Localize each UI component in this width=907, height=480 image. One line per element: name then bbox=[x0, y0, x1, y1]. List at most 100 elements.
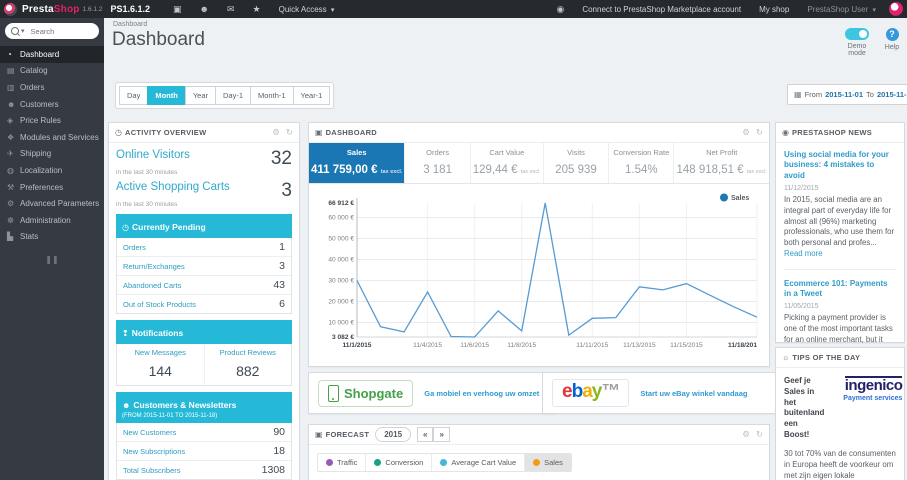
gear-icon[interactable]: ⚙ bbox=[742, 429, 750, 440]
demo-mode-label: Demo mode bbox=[847, 43, 867, 57]
forecast-header: ▣ FORECAST 2015 « » ⚙ ↻ bbox=[309, 425, 769, 445]
range-button-day[interactable]: Day bbox=[119, 86, 148, 105]
trophy-icon[interactable]: ★ bbox=[253, 4, 261, 15]
divider bbox=[784, 268, 896, 270]
table-row: New Subscriptions 18 bbox=[117, 441, 291, 460]
svg-text:10 000 €: 10 000 € bbox=[328, 320, 354, 327]
sidebar-item-dashboard[interactable]: ◔ Dashboard bbox=[0, 46, 104, 63]
date-range-picker[interactable]: ▦ From2015-11-01 To2015-11-18 ▾ bbox=[787, 84, 907, 105]
column-label-link[interactable]: New Messages bbox=[119, 348, 202, 357]
sidebar-item-modules-and-services[interactable]: ❖ Modules and Services bbox=[0, 129, 104, 146]
forecast-legend: Traffic Conversion Average Cart Value Sa… bbox=[317, 453, 572, 472]
topbar: PrestaShop 1.6.1.2 PS1.6.1.2 ▣ ☻ ✉ ★ Qui… bbox=[0, 0, 907, 18]
ebay-banner[interactable]: ebay™ Start uw eBay winkel vandaag bbox=[542, 372, 788, 414]
column-label-link[interactable]: Product Reviews bbox=[207, 348, 290, 357]
chevron-down-icon: ▾ bbox=[872, 6, 876, 14]
sidebar-item-localization[interactable]: ◍ Localization bbox=[0, 162, 104, 179]
sidebar-item-advanced-parameters[interactable]: ⚙ Advanced Parameters bbox=[0, 195, 104, 212]
sidebar-nav: ◔ Dashboard ▤ Catalog ▥ Orders ☻ Custome… bbox=[0, 46, 104, 245]
shopgate-banner[interactable]: Shopgate Ga mobiel en verhoog uw omzet bbox=[308, 372, 554, 414]
range-button-month-1[interactable]: Month-1 bbox=[250, 86, 293, 105]
forecast-legend-traffic[interactable]: Traffic bbox=[318, 454, 366, 471]
sidebar-item-stats[interactable]: ▙ Stats bbox=[0, 229, 104, 246]
mail-icon[interactable]: ✉ bbox=[227, 4, 235, 15]
cart-icon[interactable]: ▣ bbox=[173, 4, 182, 15]
quick-access-menu[interactable]: Quick Access ▾ bbox=[279, 5, 335, 14]
read-more-link[interactable]: Read more bbox=[784, 249, 823, 258]
svg-text:11/1/2015: 11/1/2015 bbox=[343, 342, 372, 349]
kpi-tab-sales[interactable]: Sales 411 759,00 € tax excl. bbox=[309, 143, 405, 183]
row-label-link[interactable]: Total Subscribers bbox=[123, 466, 181, 475]
search-icon bbox=[11, 27, 19, 35]
gear-icon[interactable]: ⚙ bbox=[742, 127, 750, 138]
sidebar-item-price-rules[interactable]: ◈ Price Rules bbox=[0, 112, 104, 129]
sidebar-item-preferences[interactable]: ⚒ Preferences bbox=[0, 179, 104, 196]
localization-icon: ◍ bbox=[7, 165, 14, 175]
prestashop-logo[interactable] bbox=[4, 2, 17, 16]
forecast-legend-conversion[interactable]: Conversion bbox=[365, 454, 432, 471]
tips-of-the-day-panel: ☼ TIPS OF THE DAY Geef je Sales in het b… bbox=[775, 347, 905, 480]
forecast-legend-sales[interactable]: Sales bbox=[524, 454, 571, 471]
forecast-year-selector[interactable]: 2015 bbox=[375, 427, 412, 442]
modules-and-services-icon: ❖ bbox=[7, 132, 15, 142]
row-label-link[interactable]: Out of Stock Products bbox=[123, 300, 196, 309]
table-row: Orders 1 bbox=[117, 238, 291, 256]
sidebar-item-orders[interactable]: ▥ Orders bbox=[0, 79, 104, 96]
forecast-legend-average-cart-value[interactable]: Average Cart Value bbox=[431, 454, 525, 471]
search-input[interactable] bbox=[28, 25, 88, 37]
range-button-month[interactable]: Month bbox=[147, 86, 185, 105]
sidebar-collapse-icon[interactable]: ❚❚ bbox=[0, 255, 104, 264]
previous-year-button[interactable]: « bbox=[417, 427, 434, 442]
kpi-tab-cart-value[interactable]: Cart Value 129,44 € tax excl. bbox=[469, 143, 543, 183]
online-visitors-sub: in the last 30 minutes bbox=[116, 169, 178, 176]
notifications-header: ❢ Notifications bbox=[116, 320, 292, 344]
bell-icon: ❢ bbox=[122, 329, 129, 338]
user-avatar[interactable] bbox=[889, 2, 903, 16]
demo-mode-toggle[interactable] bbox=[845, 28, 869, 40]
brand-version: 1.6.1.2 bbox=[82, 5, 103, 13]
ebay-link[interactable]: Start uw eBay winkel vandaag bbox=[640, 389, 747, 398]
row-label-link[interactable]: Orders bbox=[123, 243, 146, 252]
row-label-link[interactable]: Abandoned Carts bbox=[123, 281, 181, 290]
row-label-link[interactable]: New Customers bbox=[123, 428, 176, 437]
sidebar-item-customers[interactable]: ☻ Customers bbox=[0, 96, 104, 113]
chevron-down-icon[interactable]: ▾ bbox=[21, 27, 25, 35]
kpi-tab-conversion-rate[interactable]: Conversion Rate 1.54% bbox=[608, 143, 673, 183]
marketplace-icon: ◉ bbox=[556, 3, 565, 14]
active-carts-value: 3 bbox=[281, 180, 292, 201]
help-icon[interactable]: ? bbox=[885, 28, 899, 41]
next-year-button[interactable]: » bbox=[433, 427, 450, 442]
range-button-year[interactable]: Year bbox=[184, 86, 215, 105]
kpi-tab-orders[interactable]: Orders 3 181 bbox=[404, 143, 469, 183]
sidebar-item-label: Advanced Parameters bbox=[20, 199, 100, 209]
shopgate-link[interactable]: Ga mobiel en verhoog uw omzet bbox=[424, 389, 539, 398]
refresh-icon[interactable]: ↻ bbox=[756, 429, 763, 440]
customers-newsletters-table: New Customers 90 New Subscriptions 18 To… bbox=[116, 423, 292, 480]
sidebar-item-administration[interactable]: ☸ Administration bbox=[0, 212, 104, 229]
gear-icon[interactable]: ⚙ bbox=[272, 127, 280, 138]
active-carts-link[interactable]: Active Shopping Carts bbox=[116, 181, 230, 193]
marketplace-link[interactable]: Connect to PrestaShop Marketplace accoun… bbox=[582, 5, 741, 14]
phone-icon bbox=[328, 384, 339, 402]
range-button-year-1[interactable]: Year-1 bbox=[292, 86, 331, 105]
refresh-icon[interactable]: ↻ bbox=[286, 127, 293, 138]
kpi-tab-net-profit[interactable]: Net Profit 148 918,51 € tax excl. bbox=[673, 143, 769, 183]
shop-code: PS1.6.1.2 bbox=[110, 4, 150, 14]
lightbulb-icon: ☼ bbox=[782, 353, 790, 362]
user-menu[interactable]: PrestaShop User ▾ bbox=[807, 5, 876, 14]
sidebar-item-label: Localization bbox=[20, 165, 63, 175]
row-label-link[interactable]: New Subscriptions bbox=[123, 447, 185, 456]
sidebar-search: ▾ bbox=[5, 23, 99, 39]
kpi-tab-visits[interactable]: Visits 205 939 bbox=[542, 143, 608, 183]
refresh-icon[interactable]: ↻ bbox=[756, 127, 763, 138]
profile-icon[interactable]: ☻ bbox=[200, 4, 209, 14]
svg-text:11/6/2015: 11/6/2015 bbox=[460, 342, 489, 349]
my-shop-link[interactable]: My shop bbox=[759, 5, 789, 14]
range-button-day-1[interactable]: Day-1 bbox=[215, 86, 251, 105]
news-article-title[interactable]: Ecommerce 101: Payments in a Tweet bbox=[784, 279, 896, 300]
online-visitors-link[interactable]: Online Visitors bbox=[116, 149, 190, 161]
news-article-title[interactable]: Using social media for your business: 4 … bbox=[784, 150, 896, 181]
sidebar-item-catalog[interactable]: ▤ Catalog bbox=[0, 63, 104, 80]
sidebar-item-shipping[interactable]: ✈ Shipping bbox=[0, 146, 104, 163]
row-label-link[interactable]: Return/Exchanges bbox=[123, 262, 185, 271]
